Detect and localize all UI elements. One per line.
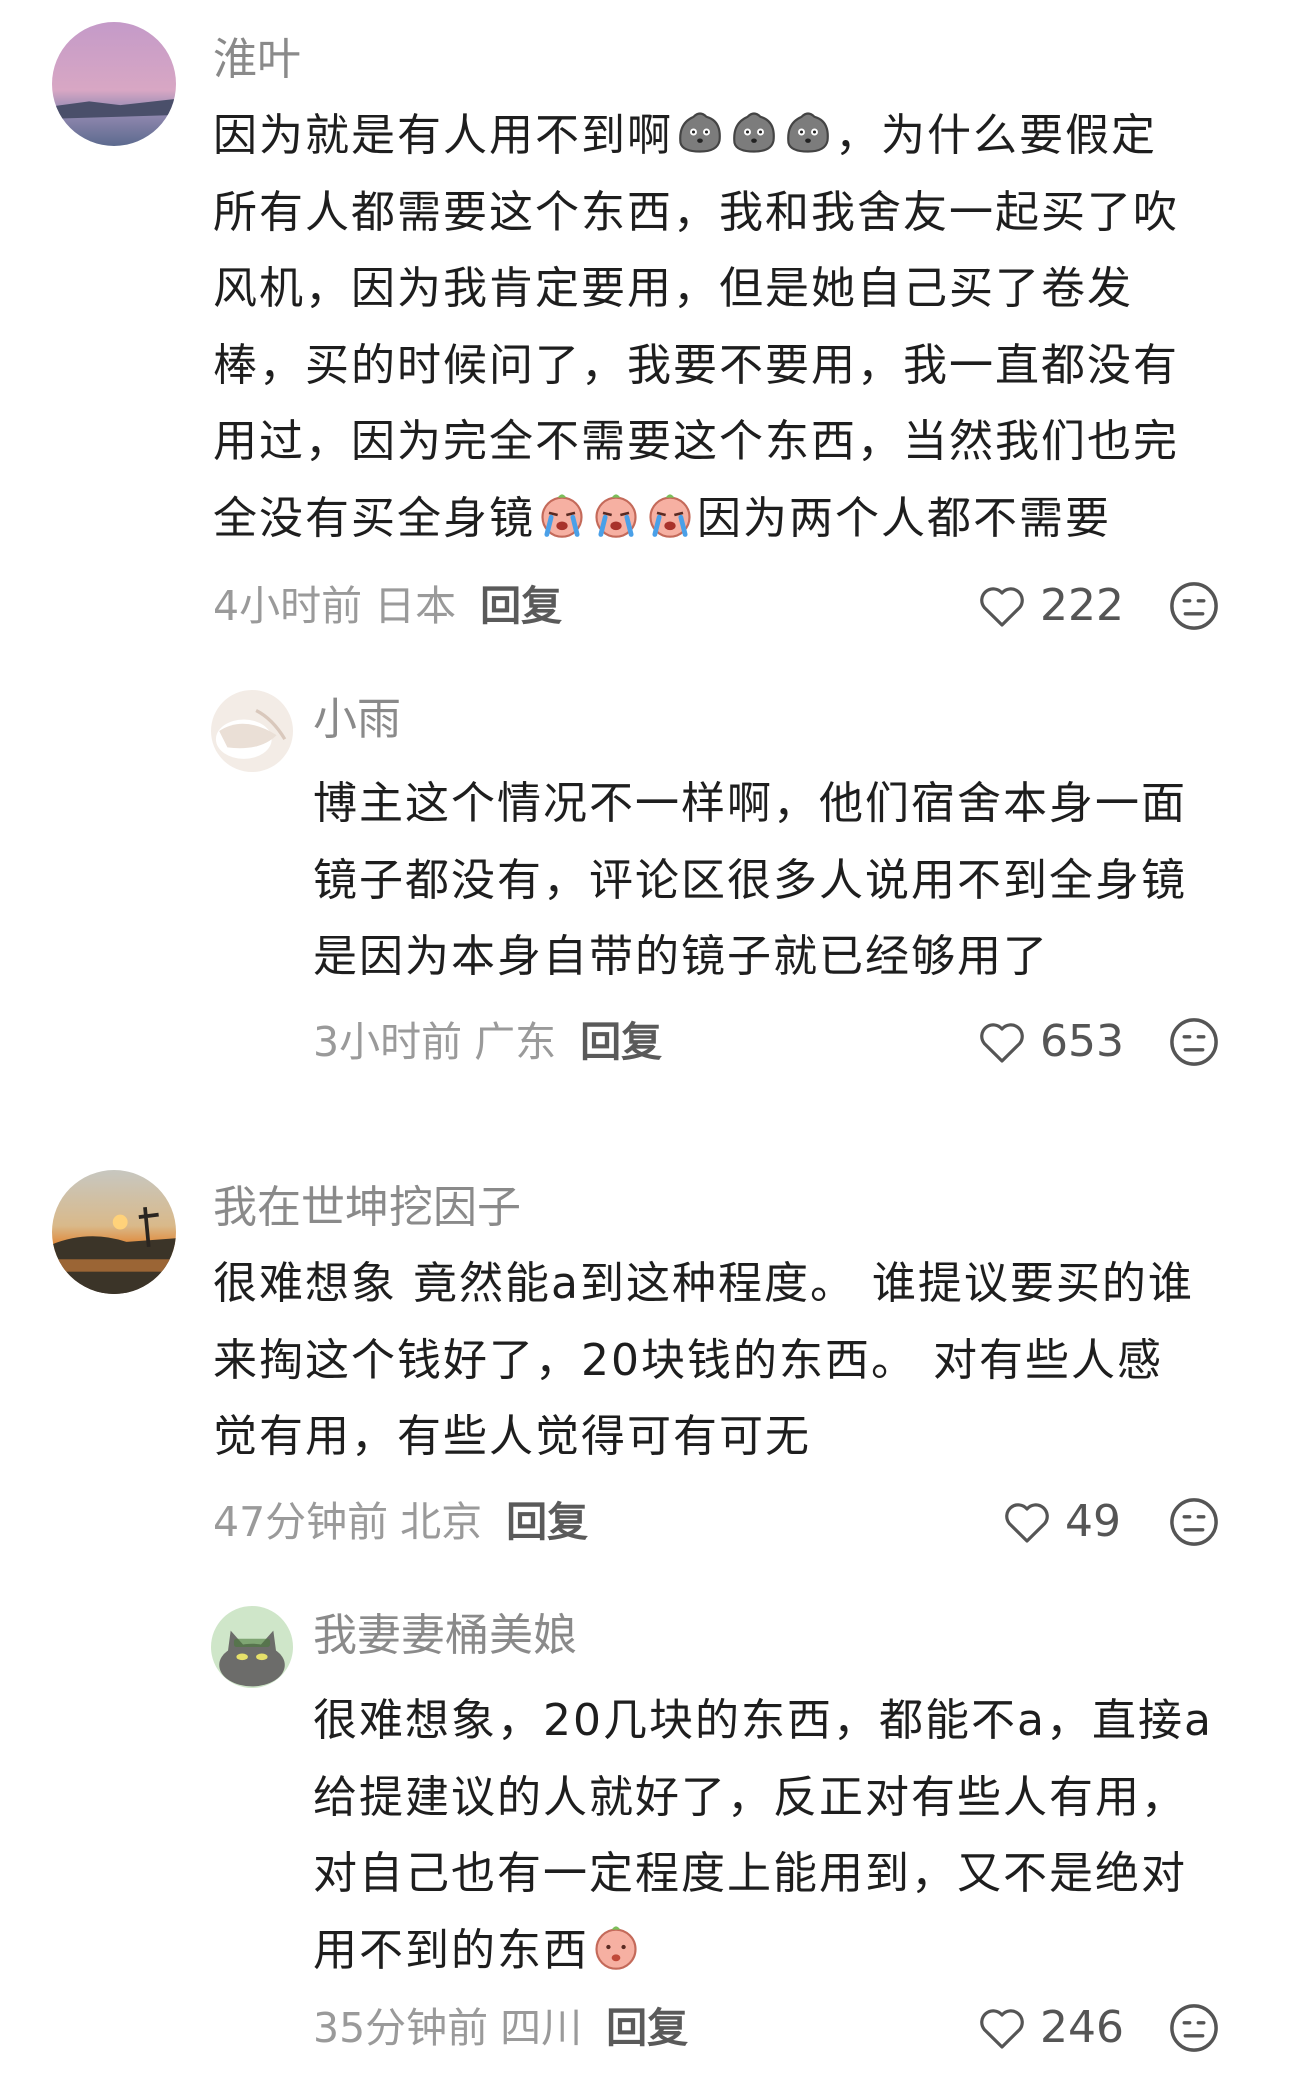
dislike-button[interactable] bbox=[1168, 2002, 1220, 2058]
comment-line: 来掏这个钱好了，20块钱的东西。 对有些人感 bbox=[213, 1323, 1194, 1400]
comment-text-segment: 博主这个情况不一样啊，他们宿舍本身一面 bbox=[313, 778, 1187, 829]
like-count: 246 bbox=[1040, 2002, 1124, 2053]
like-button[interactable]: 653 bbox=[978, 1014, 1124, 1070]
location: 四川 bbox=[500, 2004, 583, 2052]
comment-line: 是因为本身自带的镜子就已经够用了 bbox=[313, 919, 1187, 996]
avatar-image bbox=[211, 690, 293, 772]
comment-text-segment: 觉有用，有些人觉得可有可无 bbox=[213, 1411, 811, 1462]
comment-text-segment: 来掏这个钱好了，20块钱的东西。 对有些人感 bbox=[213, 1334, 1163, 1386]
comment-text-segment: 用不到的东西 bbox=[313, 1924, 589, 1976]
comment-line: 因为就是有人用不到啊 ，为什么要假定 bbox=[213, 98, 1179, 175]
heart-outline-icon bbox=[1005, 1503, 1049, 1543]
location: 广东 bbox=[474, 1018, 557, 1066]
comment-text-segment: 给提建议的人就好了，反正对有些人有用， bbox=[313, 1771, 1187, 1823]
avatar[interactable] bbox=[211, 690, 293, 772]
comment-line: 用不到的东西 bbox=[313, 1913, 1213, 1990]
like-button[interactable]: 246 bbox=[978, 2000, 1124, 2056]
comment-text-segment: 棒，买的时候问了，我要不要用，我一直都没有 bbox=[213, 339, 1179, 391]
peach-emoji-icon bbox=[595, 1925, 637, 1970]
neutral-face-icon bbox=[1170, 1018, 1218, 1066]
comment-line: 棒，买的时候问了，我要不要用，我一直都没有 bbox=[213, 328, 1179, 405]
comment-text-segment: ，为什么要假定 bbox=[835, 110, 1157, 161]
username[interactable]: 我妻妻桶美娘 bbox=[313, 1608, 577, 1664]
comment-meta: 4小时前 日本 回复 bbox=[213, 578, 562, 634]
avatar[interactable] bbox=[52, 1170, 176, 1294]
avatar-image bbox=[52, 1170, 176, 1294]
timestamp: 47分钟前 bbox=[213, 1498, 389, 1546]
reply-button[interactable]: 回复 bbox=[480, 582, 562, 630]
comment-line: 很难想象，20几块的东西，都能不a，直接a bbox=[313, 1683, 1213, 1760]
username[interactable]: 我在世坤挖因子 bbox=[213, 1180, 521, 1236]
heart-outline-icon bbox=[980, 587, 1024, 627]
comment-line: 镜子都没有，评论区很多人说用不到全身镜 bbox=[313, 843, 1187, 920]
neutral-face-icon bbox=[1170, 582, 1218, 630]
comment-text: 很难想象，20几块的东西，都能不a，直接a 给提建议的人就好了，反正对有些人有用，… bbox=[313, 1683, 1213, 1989]
crying-peach-emoji-icon bbox=[649, 493, 691, 538]
comment-line: 对自己也有一定程度上能用到，又不是绝对 bbox=[313, 1836, 1213, 1913]
avatar[interactable] bbox=[52, 22, 176, 146]
timestamp: 3小时前 bbox=[313, 1018, 463, 1066]
reply-button[interactable]: 回复 bbox=[506, 1498, 588, 1546]
neutral-face-icon bbox=[1170, 2004, 1218, 2052]
stone-face-emoji-icon bbox=[733, 112, 775, 153]
neutral-face-icon bbox=[1170, 1498, 1218, 1546]
avatar-image bbox=[52, 22, 176, 146]
like-button[interactable]: 222 bbox=[978, 578, 1124, 634]
like-count: 653 bbox=[1040, 1016, 1124, 1067]
comment-line: 给提建议的人就好了，反正对有些人有用， bbox=[313, 1760, 1213, 1837]
avatar-image bbox=[211, 1606, 293, 1688]
comment-line: 博主这个情况不一样啊，他们宿舍本身一面 bbox=[313, 766, 1187, 843]
like-button[interactable]: 49 bbox=[1003, 1494, 1121, 1550]
comment-line: 觉有用，有些人觉得可有可无 bbox=[213, 1399, 1194, 1476]
comment-line: 全没有买全身镜 因为两个人都不需要 bbox=[213, 481, 1179, 558]
dislike-button[interactable] bbox=[1168, 580, 1220, 636]
location: 日本 bbox=[374, 582, 457, 630]
comment-meta: 35分钟前 四川 回复 bbox=[313, 2000, 688, 2056]
reply-button[interactable]: 回复 bbox=[580, 1018, 662, 1066]
comment-text-segment: 因为两个人都不需要 bbox=[697, 492, 1111, 544]
like-count: 222 bbox=[1040, 580, 1124, 631]
stone-face-emoji-icon bbox=[679, 112, 721, 153]
comment-text: 很难想象 竟然能a到这种程度。 谁提议要买的谁 来掏这个钱好了，20块钱的东西。 … bbox=[213, 1246, 1194, 1476]
comment-text-segment: 全没有买全身镜 bbox=[213, 492, 535, 544]
dislike-button[interactable] bbox=[1168, 1496, 1220, 1552]
comment-text: 因为就是有人用不到啊 ，为什么要假定所有人都需要这个东西，我和我舍友一起买了吹 风机… bbox=[213, 98, 1179, 557]
timestamp: 35分钟前 bbox=[313, 2004, 489, 2052]
crying-peach-emoji-icon bbox=[541, 493, 583, 538]
crying-peach-emoji-icon bbox=[595, 493, 637, 538]
comment-text: 博主这个情况不一样啊，他们宿舍本身一面 镜子都没有，评论区很多人说用不到全身镜 是因… bbox=[313, 766, 1187, 996]
comment-meta: 47分钟前 北京 回复 bbox=[213, 1494, 588, 1550]
timestamp: 4小时前 bbox=[213, 582, 363, 630]
comment-line: 所有人都需要这个东西，我和我舍友一起买了吹 bbox=[213, 175, 1179, 252]
comment-text-segment: 因为就是有人用不到啊 bbox=[213, 110, 673, 161]
username[interactable]: 小雨 bbox=[313, 692, 401, 748]
stone-face-emoji-icon bbox=[787, 112, 829, 153]
comment-line: 用过，因为完全不需要这个东西，当然我们也完 bbox=[213, 404, 1179, 481]
comment-line: 风机，因为我肯定要用，但是她自己买了卷发 bbox=[213, 251, 1179, 328]
dislike-button[interactable] bbox=[1168, 1016, 1220, 1072]
like-count: 49 bbox=[1065, 1496, 1121, 1547]
heart-outline-icon bbox=[980, 2009, 1024, 2049]
comment-text-segment: 用过，因为完全不需要这个东西，当然我们也完 bbox=[213, 416, 1179, 467]
comment-text-segment: 镜子都没有，评论区很多人说用不到全身镜 bbox=[313, 854, 1187, 906]
username[interactable]: 淮叶 bbox=[213, 32, 301, 88]
comment-text-segment: 很难想象 竟然能a到这种程度。 谁提议要买的谁 bbox=[213, 1258, 1194, 1309]
comment-line: 很难想象 竟然能a到这种程度。 谁提议要买的谁 bbox=[213, 1246, 1194, 1323]
comment-text-segment: 风机，因为我肯定要用，但是她自己买了卷发 bbox=[213, 263, 1133, 314]
heart-outline-icon bbox=[980, 1023, 1024, 1063]
avatar[interactable] bbox=[211, 1606, 293, 1688]
comment-text-segment: 所有人都需要这个东西，我和我舍友一起买了吹 bbox=[213, 186, 1179, 238]
comment-text-segment: 对自己也有一定程度上能用到，又不是绝对 bbox=[313, 1848, 1187, 1899]
comment-meta: 3小时前 广东 回复 bbox=[313, 1014, 662, 1070]
location: 北京 bbox=[400, 1498, 483, 1546]
comment-text-segment: 是因为本身自带的镜子就已经够用了 bbox=[313, 931, 1049, 982]
reply-button[interactable]: 回复 bbox=[606, 2004, 688, 2052]
comment-text-segment: 很难想象，20几块的东西，都能不a，直接a bbox=[313, 1695, 1213, 1746]
